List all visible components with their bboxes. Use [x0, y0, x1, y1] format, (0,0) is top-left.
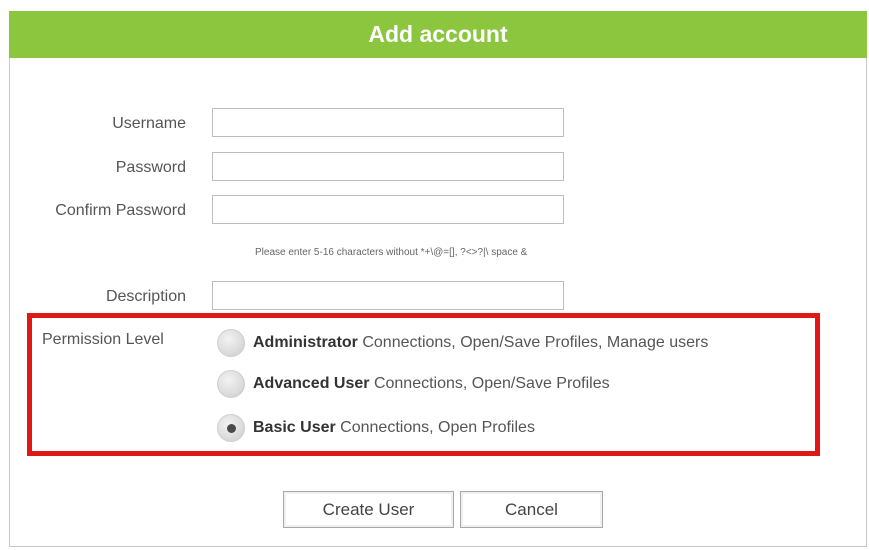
advanced-user-description: Connections, Open/Save Profiles: [369, 375, 610, 392]
permission-level-label: Permission Level: [42, 331, 164, 348]
username-input[interactable]: [212, 108, 564, 137]
description-input[interactable]: [212, 281, 564, 310]
permission-option-administrator[interactable]: Administrator Connections, Open/Save Pro…: [217, 329, 708, 357]
radio-advanced-user[interactable]: [217, 370, 245, 398]
radio-administrator[interactable]: [217, 329, 245, 357]
dialog-title: Add account: [9, 11, 867, 58]
administrator-description: Connections, Open/Save Profiles, Manage …: [357, 334, 709, 351]
confirm-password-label: Confirm Password: [55, 202, 186, 219]
permission-option-basic-user[interactable]: Basic User Connections, Open Profiles: [217, 414, 535, 442]
confirm-password-input[interactable]: [212, 195, 564, 224]
administrator-title: Administrator: [253, 334, 358, 351]
radio-basic-user[interactable]: [217, 414, 245, 442]
description-label: Description: [105, 288, 186, 305]
password-label: Password: [115, 159, 186, 176]
cancel-button[interactable]: Cancel: [460, 491, 603, 528]
basic-user-description: Connections, Open Profiles: [335, 419, 535, 436]
password-input[interactable]: [212, 152, 564, 181]
password-hint: Please enter 5-16 characters without *+\…: [255, 247, 528, 258]
permission-option-advanced-user[interactable]: Advanced User Connections, Open/Save Pro…: [217, 370, 610, 398]
create-user-button[interactable]: Create User: [283, 491, 454, 528]
username-label: Username: [112, 115, 186, 132]
advanced-user-title: Advanced User: [253, 375, 370, 392]
basic-user-title: Basic User: [253, 419, 336, 436]
add-account-dialog: [9, 11, 867, 547]
